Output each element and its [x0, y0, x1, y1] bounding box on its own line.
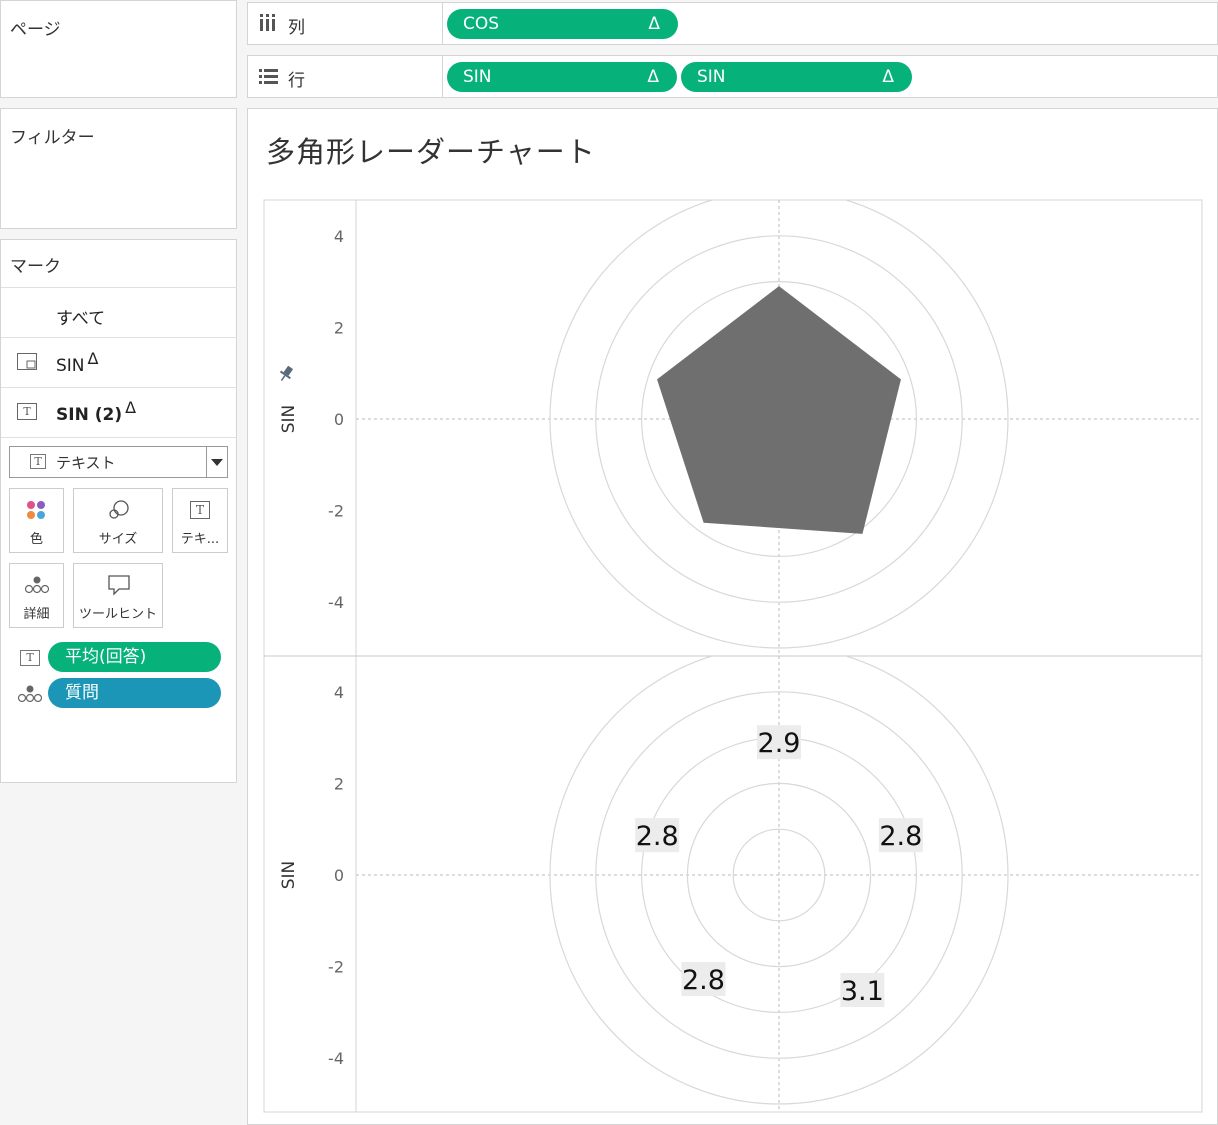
row-pill-sin-2-label: SIN [697, 67, 726, 87]
data-label: 2.8 [636, 821, 679, 852]
marks-layer-sin2-name: SIN (2) [56, 405, 123, 425]
delta-icon: Δ [647, 67, 659, 87]
dropdown-divider [206, 447, 207, 477]
automatic-mark-icon [17, 353, 37, 370]
detail-icon [24, 576, 50, 594]
detail-button-label: 詳細 [23, 607, 50, 622]
row-pill-sin-1[interactable]: SIN Δ [447, 62, 677, 92]
mark-type-dropdown[interactable]: T テキスト [9, 446, 228, 478]
pane-2: 2.9 2.8 3.1 2.8 2.8 4 2 0 -2 -4 SIN [279, 656, 1202, 1112]
pane-1: 4 2 0 -2 -4 SIN [279, 200, 1202, 656]
column-pill-cos[interactable]: COS Δ [447, 9, 678, 39]
y-tick-label: 0 [334, 410, 344, 429]
chevron-down-icon[interactable] [211, 459, 223, 466]
detail-icon [17, 685, 43, 703]
row-pill-sin-2[interactable]: SIN Δ [681, 62, 912, 92]
marks-card: マーク すべて SIN Δ T SIN (2) Δ T テキスト 色 サイズ T… [0, 239, 237, 783]
pages-card[interactable]: ページ [0, 0, 237, 98]
y-axis-label: SIN [279, 405, 299, 434]
text-mark-icon: T [17, 403, 37, 420]
columns-icon [260, 14, 275, 31]
columns-shelf[interactable]: 列 COS Δ [247, 2, 1218, 45]
text-mark-icon: T [30, 454, 46, 469]
column-pill-cos-label: COS [463, 14, 500, 34]
marks-layer-sin[interactable]: SIN Δ [1, 337, 237, 387]
y-tick-label: -4 [328, 593, 344, 612]
row-pill-sin-1-label: SIN [463, 67, 492, 87]
tooltip-icon [108, 575, 130, 596]
columns-shelf-text: 列 [288, 18, 305, 38]
size-button-label: サイズ [98, 532, 138, 547]
data-label: 3.1 [841, 976, 884, 1007]
pages-title: ページ [10, 20, 61, 40]
pin-icon-needle [280, 375, 286, 381]
y-tick-label: 4 [334, 683, 344, 702]
delta-icon: Δ [882, 67, 894, 87]
y-tick-label: 4 [334, 227, 344, 246]
color-button-label: 色 [29, 532, 43, 547]
data-label: 2.8 [682, 965, 725, 996]
marks-layer-sin2-label: SIN (2) Δ [56, 398, 136, 425]
rows-shelf[interactable]: 行 SIN Δ SIN Δ [247, 55, 1218, 98]
color-button[interactable]: 色 [9, 488, 64, 553]
data-label: 2.8 [879, 821, 922, 852]
marks-layer-sin2[interactable]: T SIN (2) Δ [1, 387, 237, 437]
pane-plot-area [356, 200, 1202, 656]
delta-icon: Δ [87, 349, 99, 368]
size-icon [109, 500, 129, 519]
tableau-workspace: ページ フィルター マーク すべて SIN Δ T SIN (2) Δ T テキスト [0, 0, 1218, 1125]
pane-plot-area: 2.9 2.8 3.1 2.8 2.8 [356, 656, 1202, 1112]
marks-all-tab[interactable]: すべて [1, 287, 237, 337]
text-icon: T [190, 501, 210, 519]
tooltip-button[interactable]: ツールヒント [73, 563, 163, 628]
marks-title: マーク [10, 257, 61, 277]
delta-icon: Δ [648, 14, 660, 34]
mark-type-label: テキスト [56, 454, 116, 472]
field-row-detail: 質問 [1, 678, 237, 708]
text-icon: T [20, 650, 40, 666]
field-row-text: T 平均(回答) [1, 642, 237, 672]
marks-all-label: すべて [56, 309, 106, 329]
data-label: 2.9 [758, 728, 801, 759]
y-axis-label: SIN [279, 861, 299, 890]
columns-shelf-label: 列 [248, 3, 443, 44]
tooltip-button-label: ツールヒント [78, 607, 157, 622]
filters-title: フィルター [10, 128, 95, 148]
marks-layer-sin-label: SIN Δ [56, 349, 98, 376]
y-tick-label: -2 [328, 502, 344, 521]
text-button-label: テキ... [180, 532, 220, 547]
field-pill-avg-answer[interactable]: 平均(回答) [48, 642, 221, 672]
color-palette-icon [27, 501, 45, 519]
y-tick-label: -2 [328, 958, 344, 977]
detail-button[interactable]: 詳細 [9, 563, 64, 628]
text-button[interactable]: T テキ... [172, 488, 228, 553]
radar-chart-svg[interactable]: 4 2 0 -2 -4 SIN 2.9 2.8 3.1 2.8 2.8 4 2 0 -2 -4 SIN [248, 109, 1218, 1125]
y-tick-label: 2 [334, 318, 344, 337]
marks-divider [1, 437, 237, 438]
rows-shelf-label: 行 [248, 56, 443, 97]
field-pill-question[interactable]: 質問 [48, 678, 221, 708]
pin-icon [279, 365, 294, 381]
y-tick-label: 2 [334, 774, 344, 793]
size-button[interactable]: サイズ [73, 488, 163, 553]
rows-icon [259, 69, 278, 84]
filters-card[interactable]: フィルター [0, 108, 237, 229]
radar-polygon [657, 286, 901, 534]
delta-icon: Δ [125, 398, 137, 417]
rows-shelf-text: 行 [288, 71, 305, 91]
y-tick-label: 0 [334, 866, 344, 885]
marks-layer-sin-name: SIN [56, 356, 85, 376]
view-area[interactable]: 多角形レーダーチャート 4 2 0 -2 -4 SIN 2.9 2.8 3.1 2.8 2.8 4 2 0… [247, 108, 1218, 1125]
y-tick-label: -4 [328, 1049, 344, 1068]
